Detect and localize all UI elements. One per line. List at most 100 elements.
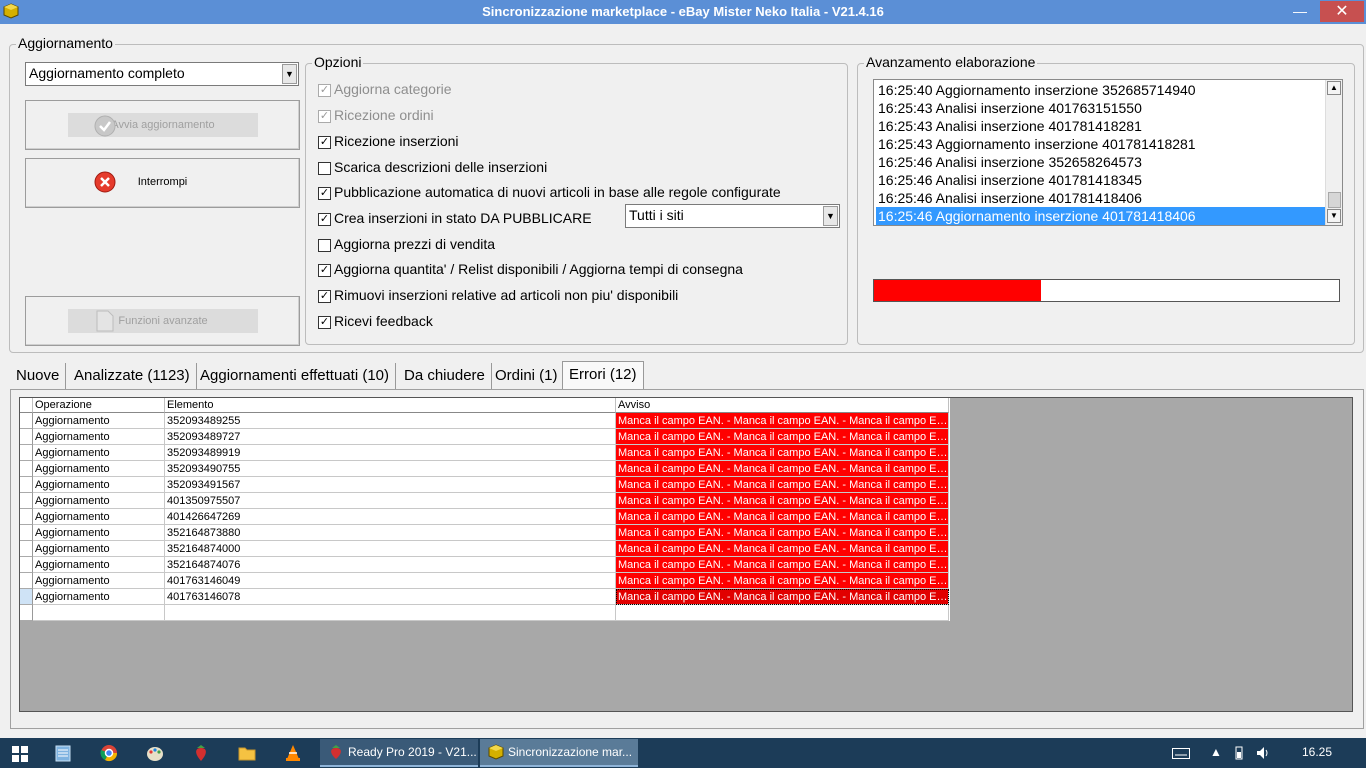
cell-avviso[interactable]: Manca il campo EAN. - Manca il campo EAN…: [616, 557, 949, 573]
minimize-button[interactable]: —: [1288, 1, 1312, 22]
notepad-icon[interactable]: [55, 744, 71, 762]
cell-elemento[interactable]: 401763146078: [165, 589, 616, 605]
row-header[interactable]: [20, 445, 33, 461]
cell-new-row[interactable]: [33, 605, 165, 621]
folder-icon[interactable]: [238, 745, 256, 761]
cell-new-row[interactable]: [165, 605, 616, 621]
row-header[interactable]: [20, 525, 33, 541]
column-header-operazione[interactable]: Operazione: [33, 398, 165, 413]
checkbox[interactable]: ✓: [318, 316, 331, 329]
tab-ordini[interactable]: Ordini (1): [489, 363, 565, 389]
log-line[interactable]: 16:25:46 Analisi inserzione 401781418345: [876, 171, 1326, 189]
cell-operazione[interactable]: Aggiornamento: [33, 557, 165, 573]
cell-avviso[interactable]: Manca il campo EAN. - Manca il campo EAN…: [616, 477, 949, 493]
tab-da-chiudere[interactable]: Da chiudere: [398, 363, 492, 389]
cell-avviso[interactable]: Manca il campo EAN. - Manca il campo EAN…: [616, 429, 949, 445]
cell-operazione[interactable]: Aggiornamento: [33, 429, 165, 445]
checkbox[interactable]: ✓: [318, 84, 331, 97]
strawberry-icon[interactable]: [193, 744, 209, 762]
update-mode-select[interactable]: Aggiornamento completo ▼: [25, 62, 299, 86]
close-button[interactable]: ✕: [1320, 1, 1364, 22]
row-header[interactable]: [20, 493, 33, 509]
keyboard-icon[interactable]: [1172, 748, 1190, 759]
cell-operazione[interactable]: Aggiornamento: [33, 541, 165, 557]
chrome-icon[interactable]: [100, 744, 118, 762]
advanced-functions-button[interactable]: Funzioni avanzate: [25, 296, 300, 346]
cell-elemento[interactable]: 352164874000: [165, 541, 616, 557]
cell-elemento[interactable]: 352164873880: [165, 525, 616, 541]
cell-avviso[interactable]: Manca il campo EAN. - Manca il campo EAN…: [616, 509, 949, 525]
chevron-down-icon[interactable]: ▼: [823, 206, 838, 226]
tab-analizzate[interactable]: Analizzate (1123): [68, 363, 197, 389]
cell-elemento[interactable]: 352093489255: [165, 413, 616, 429]
cell-elemento[interactable]: 352164874076: [165, 557, 616, 573]
cell-operazione[interactable]: Aggiornamento: [33, 461, 165, 477]
column-header-elemento[interactable]: Elemento: [165, 398, 616, 413]
cell-elemento[interactable]: 352093490755: [165, 461, 616, 477]
cell-operazione[interactable]: Aggiornamento: [33, 589, 165, 605]
cell-avviso[interactable]: Manca il campo EAN. - Manca il campo EAN…: [616, 589, 949, 605]
cell-avviso[interactable]: Manca il campo EAN. - Manca il campo EAN…: [616, 413, 949, 429]
chevron-down-icon[interactable]: ▼: [282, 64, 297, 84]
checkbox[interactable]: ✓: [318, 264, 331, 277]
cell-operazione[interactable]: Aggiornamento: [33, 445, 165, 461]
log-line[interactable]: 16:25:43 Aggiornamento inserzione 401781…: [876, 135, 1326, 153]
taskbar-readypro-button[interactable]: Ready Pro 2019 - V21...: [320, 739, 478, 767]
row-header[interactable]: [20, 509, 33, 525]
cell-elemento[interactable]: 352093489727: [165, 429, 616, 445]
tab-errori[interactable]: Errori (12): [562, 361, 644, 389]
row-header[interactable]: [20, 541, 33, 557]
cell-operazione[interactable]: Aggiornamento: [33, 573, 165, 589]
sites-select[interactable]: Tutti i siti ▼: [625, 204, 840, 228]
cell-operazione[interactable]: Aggiornamento: [33, 525, 165, 541]
cell-elemento[interactable]: 401350975507: [165, 493, 616, 509]
row-header[interactable]: [20, 589, 33, 605]
cell-elemento[interactable]: 352093489919: [165, 445, 616, 461]
log-line[interactable]: 16:25:43 Analisi inserzione 401781418281: [876, 117, 1326, 135]
vlc-icon[interactable]: [284, 744, 302, 762]
cell-avviso[interactable]: Manca il campo EAN. - Manca il campo EAN…: [616, 573, 949, 589]
column-header-avviso[interactable]: Avviso: [616, 398, 949, 413]
cell-avviso[interactable]: Manca il campo EAN. - Manca il campo EAN…: [616, 525, 949, 541]
start-icon[interactable]: [12, 746, 28, 762]
interrupt-button[interactable]: Interrompi: [25, 158, 300, 208]
taskbar-sync-button[interactable]: Sincronizzazione mar...: [480, 739, 638, 767]
cell-avviso[interactable]: Manca il campo EAN. - Manca il campo EAN…: [616, 461, 949, 477]
row-header[interactable]: [20, 573, 33, 589]
cell-operazione[interactable]: Aggiornamento: [33, 477, 165, 493]
checkbox[interactable]: [318, 239, 331, 252]
row-header[interactable]: [20, 461, 33, 477]
row-header[interactable]: [20, 429, 33, 445]
start-update-button[interactable]: Avvia aggiornamento: [25, 100, 300, 150]
scroll-thumb[interactable]: [1328, 192, 1341, 208]
scroll-down-button[interactable]: ▼: [1327, 209, 1341, 223]
paint-icon[interactable]: [146, 744, 164, 762]
errors-grid[interactable]: Operazione Elemento Avviso Aggiornamento…: [20, 398, 950, 621]
row-header-new[interactable]: [20, 605, 33, 621]
cell-elemento[interactable]: 352093491567: [165, 477, 616, 493]
progress-log-list[interactable]: 16:25:40 Aggiornamento inserzione 352685…: [873, 79, 1343, 226]
log-line[interactable]: 16:25:46 Analisi inserzione 352658264573: [876, 153, 1326, 171]
row-header[interactable]: [20, 557, 33, 573]
cell-operazione[interactable]: Aggiornamento: [33, 413, 165, 429]
taskbar-clock[interactable]: 16.25: [1302, 745, 1332, 759]
cell-avviso[interactable]: Manca il campo EAN. - Manca il campo EAN…: [616, 493, 949, 509]
cell-new-row[interactable]: [616, 605, 949, 621]
log-line[interactable]: 16:25:40 Aggiornamento inserzione 352685…: [876, 81, 1326, 99]
checkbox[interactable]: ✓: [318, 136, 331, 149]
checkbox[interactable]: ✓: [318, 213, 331, 226]
checkbox[interactable]: ✓: [318, 110, 331, 123]
log-scrollbar[interactable]: ▲ ▼: [1325, 80, 1342, 225]
row-header[interactable]: [20, 477, 33, 493]
log-line[interactable]: 16:25:46 Analisi inserzione 401781418406: [876, 189, 1326, 207]
cell-elemento[interactable]: 401426647269: [165, 509, 616, 525]
log-line-selected[interactable]: 16:25:46 Aggiornamento inserzione 401781…: [876, 207, 1326, 225]
scroll-up-button[interactable]: ▲: [1327, 81, 1341, 95]
checkbox[interactable]: ✓: [318, 290, 331, 303]
row-header[interactable]: [20, 413, 33, 429]
chevron-up-icon[interactable]: ▲: [1210, 745, 1222, 759]
cell-avviso[interactable]: Manca il campo EAN. - Manca il campo EAN…: [616, 445, 949, 461]
battery-icon[interactable]: [1232, 746, 1246, 760]
cell-avviso[interactable]: Manca il campo EAN. - Manca il campo EAN…: [616, 541, 949, 557]
tab-nuove[interactable]: Nuove: [10, 363, 67, 389]
